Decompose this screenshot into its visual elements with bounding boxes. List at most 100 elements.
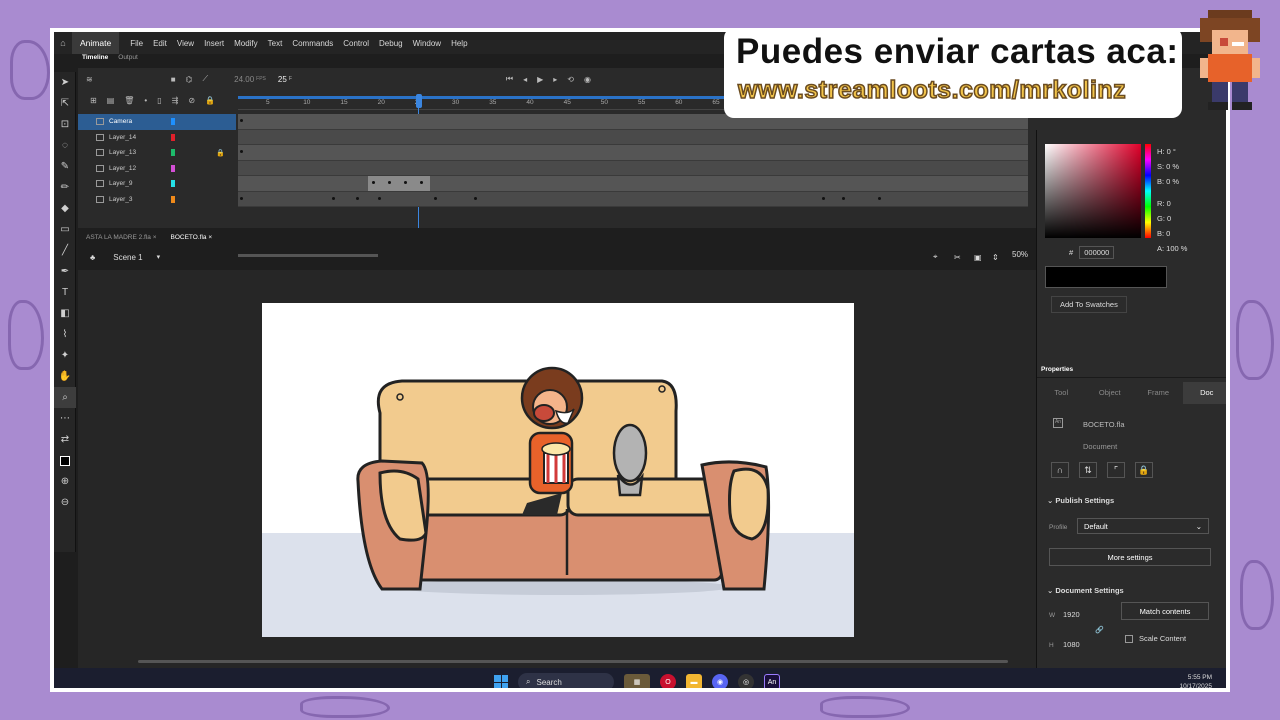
onion-skin-icon[interactable]: ◉: [584, 75, 591, 84]
new-folder-icon[interactable]: ▤: [107, 96, 115, 105]
windows-start-icon[interactable]: [494, 675, 508, 688]
center-stage-icon[interactable]: ⌖: [933, 252, 938, 262]
scale-content-checkbox[interactable]: Scale Content: [1125, 634, 1186, 643]
frame-row[interactable]: [238, 145, 1028, 161]
selection-tool-icon[interactable]: ➤: [54, 72, 76, 93]
lock-all-icon[interactable]: 🔒: [205, 96, 215, 105]
rotate-icon[interactable]: ⇕: [992, 253, 999, 262]
outline-icon[interactable]: ▯: [157, 96, 161, 105]
free-transform-icon[interactable]: ⊡: [54, 114, 76, 135]
brush-tool-icon[interactable]: ✎: [54, 156, 76, 177]
opera-icon[interactable]: O: [660, 674, 676, 688]
file-explorer-icon[interactable]: ▬: [686, 674, 702, 688]
close-icon[interactable]: ×: [208, 234, 212, 241]
close-icon[interactable]: ×: [153, 234, 157, 241]
tab-doc[interactable]: Doc: [1182, 382, 1226, 404]
prev-keyframe-icon[interactable]: ◂: [523, 75, 527, 84]
corner-icon[interactable]: ⌜: [1107, 462, 1125, 478]
tab-timeline[interactable]: Timeline: [82, 54, 108, 66]
menu-control[interactable]: Control: [338, 39, 374, 48]
clip-icon[interactable]: ✂: [954, 253, 961, 262]
graph-icon[interactable]: ⟋: [203, 74, 209, 84]
taskbar-search[interactable]: ⌕ Search: [518, 673, 614, 688]
pencil-tool-icon[interactable]: ✏: [54, 177, 76, 198]
first-frame-icon[interactable]: ⏮: [506, 74, 513, 84]
discord-icon[interactable]: ◉: [712, 674, 728, 688]
publish-settings-header[interactable]: ⌄ Publish Settings: [1047, 496, 1114, 505]
widgets-icon[interactable]: ▦: [624, 674, 650, 688]
color-picker-field[interactable]: [1045, 144, 1141, 238]
home-icon[interactable]: ⌂: [54, 32, 72, 54]
frame-grid[interactable]: [238, 114, 1028, 207]
menu-commands[interactable]: Commands: [287, 39, 338, 48]
pen-tool-icon[interactable]: ✒: [54, 261, 76, 282]
stage[interactable]: [262, 303, 854, 637]
tab-object[interactable]: Object: [1086, 382, 1135, 404]
fps-value[interactable]: 24.00: [234, 75, 254, 84]
hand-tool-icon[interactable]: ✋: [54, 366, 76, 387]
swap-colors-icon[interactable]: ⇄: [54, 429, 76, 450]
zoom-in-icon[interactable]: ⊕: [54, 471, 76, 492]
doc-tab-active[interactable]: BOCETO.fla ×: [171, 234, 213, 241]
stage-size-icon[interactable]: ▣: [974, 253, 982, 262]
frame-row[interactable]: [238, 129, 1028, 145]
menu-debug[interactable]: Debug: [374, 39, 408, 48]
eyedropper-icon[interactable]: ⌇: [54, 324, 76, 345]
animate-app-icon[interactable]: An: [764, 674, 780, 688]
alpha-value[interactable]: A: 100 %: [1157, 241, 1187, 256]
tab-output[interactable]: Output: [118, 54, 138, 66]
profile-select[interactable]: Default ⌄: [1077, 518, 1209, 534]
menu-file[interactable]: File: [125, 39, 148, 48]
more-tools-icon[interactable]: ⋯: [54, 408, 76, 429]
lock-icon[interactable]: 🔒: [216, 149, 225, 157]
loop-icon[interactable]: ⟲: [567, 75, 574, 84]
layer-row[interactable]: Camera: [78, 114, 236, 130]
frame-row[interactable]: [238, 191, 1028, 207]
tab-frame[interactable]: Frame: [1134, 382, 1183, 404]
parent-icon[interactable]: ⇶: [172, 96, 179, 105]
stage-horizontal-scrollbar[interactable]: [138, 660, 1008, 663]
menu-window[interactable]: Window: [408, 39, 446, 48]
checkbox[interactable]: [1125, 634, 1133, 643]
menu-view[interactable]: View: [172, 39, 199, 48]
blue-value[interactable]: B: 0: [1157, 226, 1187, 241]
hue-slider[interactable]: [1145, 144, 1151, 238]
frame-row[interactable]: [238, 160, 1028, 176]
magnet-icon[interactable]: ∩: [1051, 462, 1069, 478]
lasso-tool-icon[interactable]: ◌: [54, 135, 76, 156]
layer-row[interactable]: Layer_13 🔒: [78, 145, 236, 161]
add-to-swatches-button[interactable]: Add To Swatches: [1051, 296, 1127, 313]
match-contents-button[interactable]: Match contents: [1121, 602, 1209, 620]
delete-layer-icon[interactable]: 🗑: [124, 96, 134, 105]
play-icon[interactable]: ▶: [537, 75, 543, 84]
menu-edit[interactable]: Edit: [148, 39, 172, 48]
menu-text[interactable]: Text: [263, 39, 288, 48]
saturation-value[interactable]: S: 0 %: [1157, 159, 1187, 174]
rectangle-tool-icon[interactable]: ▭: [54, 219, 76, 240]
hue-value[interactable]: H: 0 °: [1157, 144, 1187, 159]
layer-row[interactable]: Layer_12: [78, 161, 236, 177]
paint-bucket-icon[interactable]: ◧: [54, 303, 76, 324]
show-hide-icon[interactable]: ⊘: [188, 96, 195, 105]
height-value[interactable]: 1080: [1063, 640, 1080, 649]
stroke-fill-color-icon[interactable]: [54, 450, 76, 471]
eraser-tool-icon[interactable]: ◆: [54, 198, 76, 219]
text-tool-icon[interactable]: T: [54, 282, 76, 303]
layer-row[interactable]: Layer_14: [78, 130, 236, 146]
pin-tool-icon[interactable]: ✦: [54, 345, 76, 366]
more-settings-button[interactable]: More settings: [1049, 548, 1211, 566]
highlight-icon[interactable]: •: [144, 96, 147, 105]
zoom-tool-icon[interactable]: ⌕: [54, 387, 76, 408]
taskbar-clock[interactable]: 5:55 PM 10/17/2025: [1179, 673, 1212, 688]
hex-input[interactable]: 000000: [1079, 246, 1115, 259]
link-icon[interactable]: 🔗: [1095, 626, 1104, 634]
zoom-level[interactable]: 50%: [1012, 250, 1028, 259]
menu-insert[interactable]: Insert: [199, 39, 229, 48]
subselection-tool-icon[interactable]: ⇱: [54, 93, 76, 114]
lock-icon[interactable]: 🔒: [1135, 462, 1153, 478]
brightness-value[interactable]: B: 0 %: [1157, 174, 1187, 189]
layer-row[interactable]: Layer_3: [78, 192, 236, 208]
playhead[interactable]: [416, 94, 422, 108]
red-value[interactable]: R: 0: [1157, 196, 1187, 211]
zoom-out-icon[interactable]: ⊖: [54, 492, 76, 513]
